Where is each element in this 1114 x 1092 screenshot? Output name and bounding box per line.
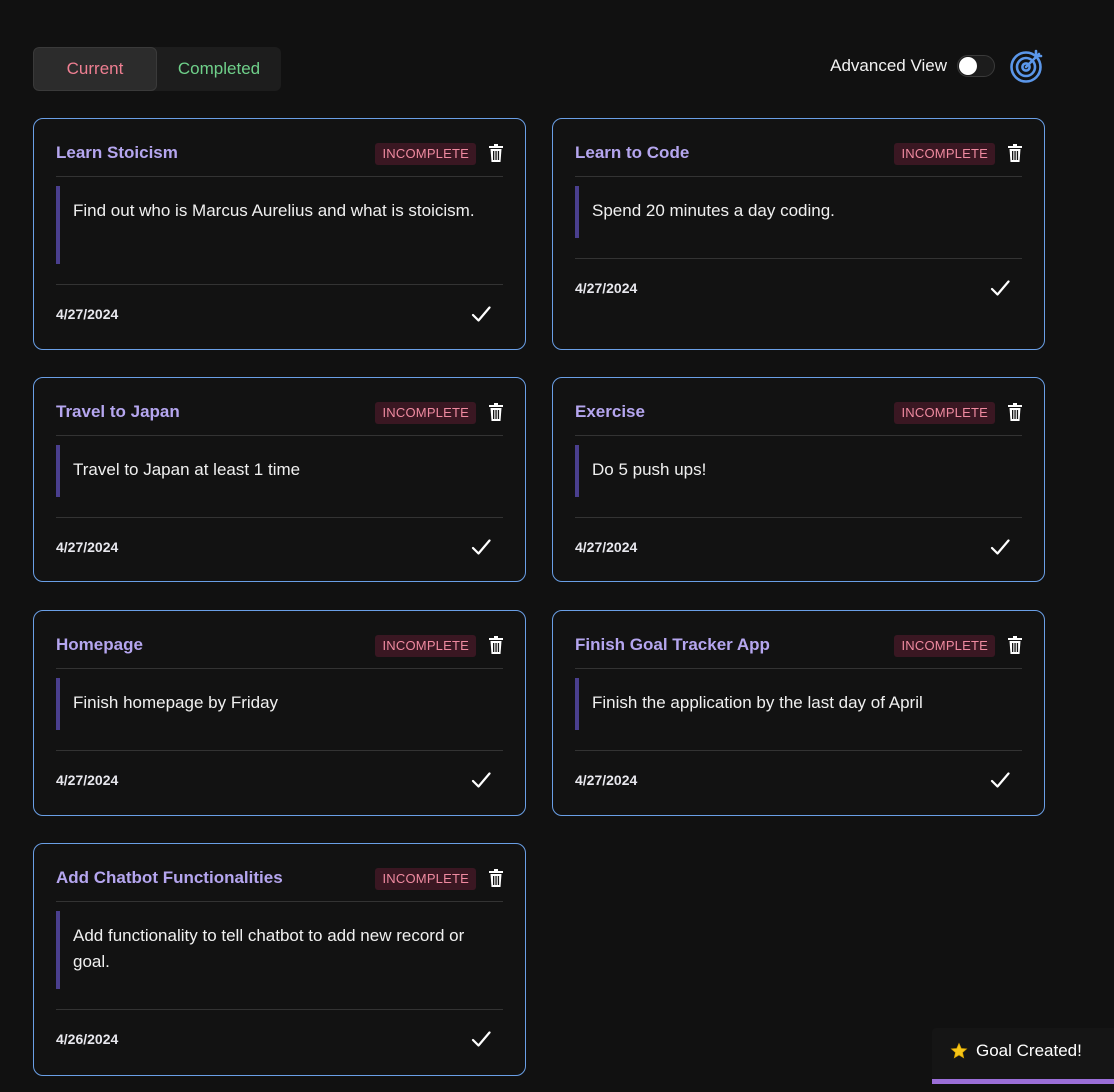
status-badge: INCOMPLETE (375, 143, 476, 165)
advanced-view-toggle[interactable] (957, 55, 995, 77)
goal-card-footer: 4/27/2024 (575, 517, 1022, 575)
goal-title: Add Chatbot Functionalities (56, 868, 283, 887)
check-icon[interactable] (471, 771, 491, 789)
toast-message: Goal Created! (976, 1041, 1082, 1060)
goal-card-header: Homepage INCOMPLETE (56, 633, 503, 669)
goal-title: Learn to Code (575, 143, 690, 162)
goal-card-header: Finish Goal Tracker App INCOMPLETE (575, 633, 1022, 669)
goal-card: Exercise INCOMPLETE Do 5 push ups! 4/27/… (552, 377, 1045, 582)
goal-card-footer: 4/27/2024 (56, 750, 503, 808)
goal-date: 4/27/2024 (56, 772, 119, 788)
goal-title: Homepage (56, 635, 143, 654)
goal-card-footer: 4/27/2024 (575, 258, 1022, 316)
toast-progress-bar (932, 1079, 1114, 1084)
goal-card: Homepage INCOMPLETE Finish homepage by F… (33, 610, 526, 816)
goal-card-header: Learn to Code INCOMPLETE (575, 141, 1022, 177)
goal-card-header: Add Chatbot Functionalities INCOMPLETE (56, 866, 503, 902)
goal-card: Learn Stoicism INCOMPLETE Find out who i… (33, 118, 526, 350)
toggle-knob (959, 57, 977, 75)
toast-notification: Goal Created! (932, 1028, 1114, 1084)
trash-icon[interactable] (1008, 403, 1022, 421)
top-bar: Current Completed Advanced View (33, 46, 1045, 91)
goal-card: Learn to Code INCOMPLETE Spend 20 minute… (552, 118, 1045, 350)
goal-card-footer: 4/27/2024 (575, 750, 1022, 808)
goal-card: Add Chatbot Functionalities INCOMPLETE A… (33, 843, 526, 1076)
goal-card-header: Learn Stoicism INCOMPLETE (56, 141, 503, 177)
goal-title: Exercise (575, 402, 645, 421)
goal-card-footer: 4/27/2024 (56, 284, 503, 342)
check-icon[interactable] (990, 538, 1010, 556)
goal-tabs: Current Completed (33, 47, 281, 91)
goal-description: Do 5 push ups! (575, 445, 1022, 497)
goal-title: Finish Goal Tracker App (575, 635, 770, 654)
goal-date: 4/26/2024 (56, 1031, 119, 1047)
goal-title: Travel to Japan (56, 402, 180, 421)
goal-description: Finish the application by the last day o… (575, 678, 1022, 730)
goal-title: Learn Stoicism (56, 143, 178, 162)
goal-date: 4/27/2024 (575, 280, 638, 296)
goal-description: Travel to Japan at least 1 time (56, 445, 503, 497)
check-icon[interactable] (471, 305, 491, 323)
trash-icon[interactable] (489, 403, 503, 421)
goal-description: Spend 20 minutes a day coding. (575, 186, 1022, 238)
trash-icon[interactable] (489, 869, 503, 887)
goal-description: Add functionality to tell chatbot to add… (56, 911, 503, 989)
goal-description: Finish homepage by Friday (56, 678, 503, 730)
status-badge: INCOMPLETE (375, 635, 476, 657)
goal-description: Find out who is Marcus Aurelius and what… (56, 186, 503, 264)
goal-card-footer: 4/27/2024 (56, 517, 503, 575)
tab-current[interactable]: Current (33, 47, 157, 91)
status-badge: INCOMPLETE (375, 868, 476, 890)
status-badge: INCOMPLETE (894, 402, 995, 424)
trash-icon[interactable] (489, 636, 503, 654)
status-badge: INCOMPLETE (894, 143, 995, 165)
goal-date: 4/27/2024 (575, 772, 638, 788)
check-icon[interactable] (990, 771, 1010, 789)
check-icon[interactable] (471, 1030, 491, 1048)
check-icon[interactable] (471, 538, 491, 556)
star-icon (950, 1042, 968, 1059)
trash-icon[interactable] (1008, 636, 1022, 654)
goal-date: 4/27/2024 (56, 306, 119, 322)
advanced-view-control: Advanced View (830, 55, 995, 77)
tab-completed[interactable]: Completed (157, 47, 281, 91)
goal-card: Travel to Japan INCOMPLETE Travel to Jap… (33, 377, 526, 582)
status-badge: INCOMPLETE (375, 402, 476, 424)
goal-date: 4/27/2024 (575, 539, 638, 555)
trash-icon[interactable] (489, 144, 503, 162)
goal-date: 4/27/2024 (56, 539, 119, 555)
check-icon[interactable] (990, 279, 1010, 297)
status-badge: INCOMPLETE (894, 635, 995, 657)
goal-card-header: Travel to Japan INCOMPLETE (56, 400, 503, 436)
advanced-view-label: Advanced View (830, 56, 947, 75)
goal-card: Finish Goal Tracker App INCOMPLETE Finis… (552, 610, 1045, 816)
trash-icon[interactable] (1008, 144, 1022, 162)
goal-card-header: Exercise INCOMPLETE (575, 400, 1022, 436)
target-icon[interactable] (1009, 48, 1045, 84)
goal-card-footer: 4/26/2024 (56, 1009, 503, 1067)
